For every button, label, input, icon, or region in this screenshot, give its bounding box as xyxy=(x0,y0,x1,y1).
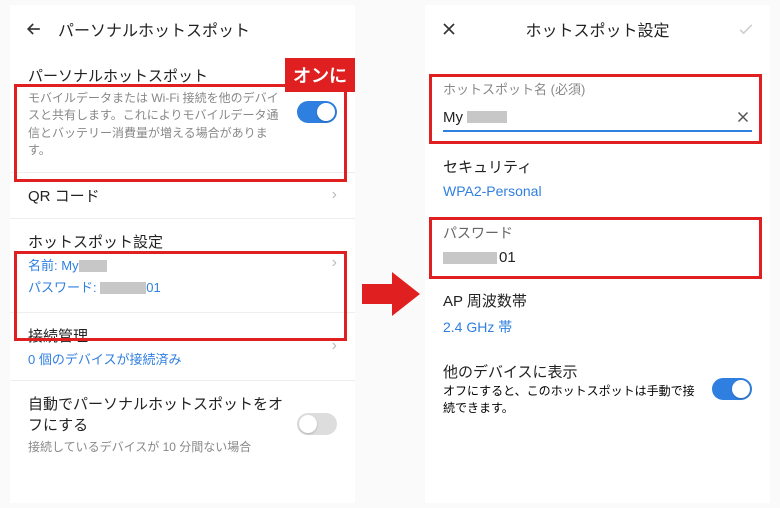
hotspot-label: パーソナルホットスポット xyxy=(28,65,287,86)
item-auto-off: 自動でパーソナルホットスポットをオフにする 接続しているデバイスが 10 分間な… xyxy=(10,381,355,468)
field-ap-band[interactable]: AP 周波数帯 2.4 GHz 帯 xyxy=(425,280,770,351)
annotation-badge: オンに xyxy=(285,58,355,92)
band-label: AP 周波数帯 xyxy=(443,290,752,311)
qr-label: QR コード xyxy=(28,185,100,206)
security-label: セキュリティ xyxy=(443,156,752,177)
field-hotspot-name: ホットスポット名 (必須) My xyxy=(425,53,770,146)
chevron-right-icon: › xyxy=(332,337,337,355)
visible-toggle[interactable] xyxy=(712,378,752,400)
confirm-check-icon[interactable] xyxy=(736,19,756,39)
chevron-right-icon: › xyxy=(332,254,337,272)
mgmt-label: 接続管理 xyxy=(28,325,322,346)
annotation-arrow xyxy=(362,270,420,323)
auto-off-sub: 接続しているデバイスが 10 分間ない場合 xyxy=(28,439,287,456)
password-label: パスワード xyxy=(443,223,752,243)
page-title-left: パーソナルホットスポット xyxy=(58,17,341,41)
item-connection-management[interactable]: 接続管理 0 個のデバイスが接続済み › xyxy=(10,313,355,381)
clear-input-icon[interactable] xyxy=(734,108,752,126)
close-icon[interactable] xyxy=(439,19,459,39)
hotspot-desc: モバイルデータまたは Wi-Fi 接続を他のデバイスと共有します。これによりモバ… xyxy=(28,90,287,160)
visible-sub: オフにすると、このホットスポットは手動で接続できます。 xyxy=(443,382,702,416)
field-security[interactable]: セキュリティ WPA2-Personal xyxy=(425,146,770,213)
mgmt-status: 0 個のデバイスが接続済み xyxy=(28,349,322,368)
field-visible-to-others: 他のデバイスに表示 オフにすると、このホットスポットは手動で接続できます。 xyxy=(425,351,770,430)
settings-name: 名前: My xyxy=(28,255,322,274)
item-hotspot-settings[interactable]: ホットスポット設定 名前: My パスワード: 01 › xyxy=(10,219,355,313)
panel-hotspot-settings: ホットスポット設定 ホットスポット名 (必須) My セキュリティ WPA2-P… xyxy=(425,5,770,503)
hotspot-name-input[interactable]: My xyxy=(443,104,752,132)
hotspot-name-label: ホットスポット名 (必須) xyxy=(443,79,752,98)
panel-personal-hotspot: パーソナルホットスポット パーソナルホットスポット モバイルデータまたは Wi-… xyxy=(10,5,355,503)
appbar-left: パーソナルホットスポット xyxy=(10,5,355,53)
hotspot-toggle[interactable] xyxy=(297,101,337,123)
password-value: 01 xyxy=(443,249,752,266)
auto-off-toggle[interactable] xyxy=(297,413,337,435)
item-qr-code[interactable]: QR コード › xyxy=(10,173,355,219)
back-icon[interactable] xyxy=(24,19,44,39)
field-password[interactable]: パスワード 01 xyxy=(425,213,770,280)
settings-password: パスワード: 01 xyxy=(28,277,322,296)
appbar-right: ホットスポット設定 xyxy=(425,5,770,53)
chevron-right-icon: › xyxy=(332,186,337,204)
page-title-right: ホットスポット設定 xyxy=(473,17,722,41)
band-value: 2.4 GHz 帯 xyxy=(443,317,752,337)
auto-off-label: 自動でパーソナルホットスポットをオフにする xyxy=(28,393,287,435)
settings-label: ホットスポット設定 xyxy=(28,231,322,252)
security-value: WPA2-Personal xyxy=(443,183,752,199)
visible-label: 他のデバイスに表示 xyxy=(443,361,702,382)
